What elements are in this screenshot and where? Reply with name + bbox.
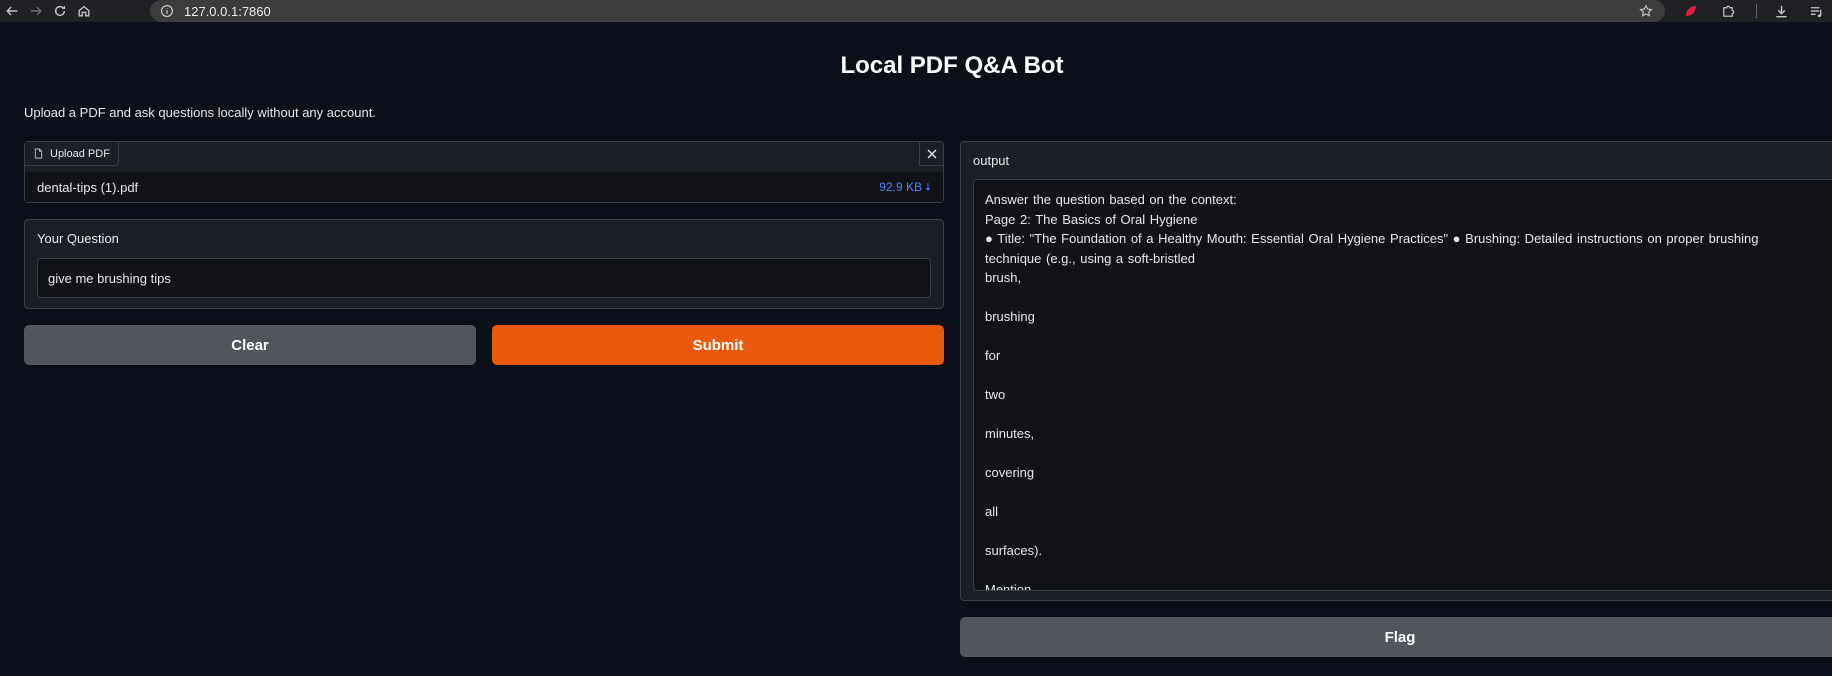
uploaded-file-row: dental-tips (1).pdf 92.9 KB [25, 172, 943, 202]
close-icon[interactable] [919, 142, 943, 166]
playlist-icon[interactable] [1808, 3, 1824, 19]
output-line: Mention [985, 582, 1032, 591]
output-line: Page 2: The Basics of Oral Hygiene [985, 211, 1198, 227]
uploaded-file-name: dental-tips (1).pdf [37, 179, 139, 195]
upload-pdf-panel: Upload PDF dental-tips (1).pdf 92.9 KB [24, 141, 944, 203]
output-line: technique (e.g., using a soft-bristled [985, 250, 1195, 266]
download-icon[interactable] [1773, 3, 1789, 19]
output-line: brush, [985, 270, 1022, 285]
back-arrow-icon[interactable] [0, 0, 24, 22]
address-bar[interactable]: 127.0.0.1:7860 [150, 0, 1665, 22]
output-label: output [973, 153, 1010, 168]
star-icon[interactable] [1639, 4, 1653, 18]
file-download-link[interactable]: 92.9 KB [879, 180, 931, 194]
download-arrow-icon[interactable] [925, 182, 931, 192]
extension-icon[interactable] [1683, 3, 1699, 19]
output-line: surfaces). [985, 543, 1043, 558]
reload-icon[interactable] [48, 0, 72, 22]
home-icon[interactable] [72, 0, 96, 22]
file-size[interactable]: 92.9 KB [879, 180, 922, 194]
output-line: minutes, [985, 426, 1035, 441]
browser-toolbar: 127.0.0.1:7860 [0, 0, 1832, 22]
output-line: for [985, 348, 1001, 363]
output-line: covering [985, 465, 1035, 480]
output-line: ● Title: "The Foundation of a Healthy Mo… [985, 231, 1759, 246]
question-label: Your Question [37, 231, 119, 246]
submit-button[interactable]: Submit [492, 325, 944, 365]
page-title: Local PDF Q&A Bot [840, 52, 1064, 79]
url-text[interactable]: 127.0.0.1:7860 [184, 4, 271, 19]
puzzle-icon[interactable] [1720, 3, 1736, 19]
output-line: all [985, 504, 999, 519]
upload-pdf-label: Upload PDF [25, 142, 119, 166]
info-icon[interactable] [160, 4, 174, 18]
output-panel: output Answer the question based on the … [960, 141, 1832, 601]
question-input[interactable] [37, 258, 931, 298]
page-description: Upload a PDF and ask questions locally w… [24, 105, 376, 120]
forward-arrow-icon[interactable] [24, 0, 48, 22]
flag-button[interactable]: Flag [960, 617, 1832, 657]
output-line: Answer the question based on the context… [985, 192, 1237, 207]
upload-pdf-label-text: Upload PDF [50, 147, 110, 160]
output-line: two [985, 387, 1006, 402]
file-icon [33, 148, 44, 159]
output-line: brushing [985, 309, 1035, 324]
clear-button[interactable]: Clear [24, 325, 476, 365]
question-panel: Your Question [24, 219, 944, 309]
output-textarea[interactable]: Answer the question based on the context… [973, 179, 1832, 591]
app-container: Local PDF Q&A Bot Upload a PDF and ask q… [0, 22, 1832, 676]
toolbar-separator [1756, 4, 1757, 18]
